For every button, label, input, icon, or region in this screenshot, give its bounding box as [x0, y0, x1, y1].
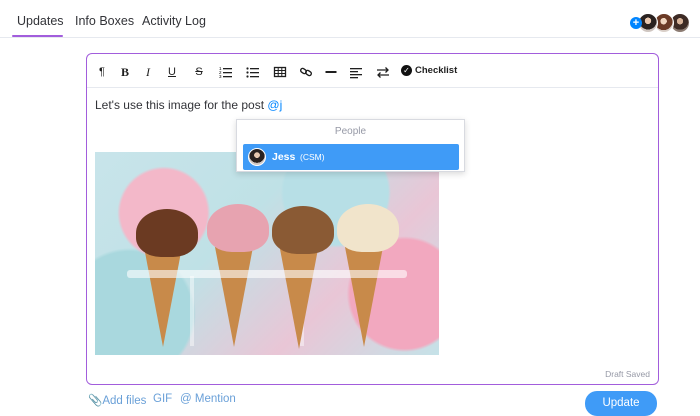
update-button[interactable]: Update: [585, 391, 657, 416]
mention-label: Mention: [194, 393, 236, 405]
at-icon: @: [180, 393, 195, 405]
svg-text:3: 3: [219, 74, 222, 79]
tab-updates[interactable]: Updates: [17, 14, 64, 28]
dropdown-header: People: [334, 126, 367, 137]
tab-info-boxes[interactable]: Info Boxes: [75, 14, 134, 28]
mention-option-jess[interactable]: Jess (CSM): [243, 144, 459, 170]
checklist-label: Checklist: [415, 65, 458, 76]
divider-icon[interactable]: [324, 65, 338, 79]
gif-button[interactable]: GIF: [153, 393, 172, 405]
update-editor[interactable]: ¶ B I U S 123 ✓ Checklist Let's use this…: [86, 53, 659, 385]
mention-name: Jess: [272, 151, 296, 163]
active-tab-indicator: [12, 35, 63, 37]
tab-activity-log[interactable]: Activity Log: [142, 14, 206, 28]
formatting-toolbar: ¶ B I U S 123 ✓ Checklist: [87, 54, 658, 88]
ice-cream-image: [95, 152, 439, 355]
paperclip-icon: 📎: [88, 395, 103, 407]
coffee-scoop: [272, 206, 334, 254]
strawberry-scoop: [207, 204, 269, 252]
link-icon[interactable]: [299, 65, 313, 79]
align-icon[interactable]: [349, 65, 363, 79]
cone-stand: [127, 270, 407, 278]
table-icon[interactable]: [273, 65, 287, 79]
editor-body-text: Let's use this image for the post: [95, 98, 268, 112]
add-files-button[interactable]: 📎Add files: [88, 393, 146, 407]
mention-role: (CSM): [300, 152, 325, 162]
stand-leg: [190, 276, 194, 346]
add-files-label: Add files: [102, 395, 147, 407]
mention-query: @j: [267, 98, 283, 112]
mention-dropdown: People Jess (CSM): [236, 119, 465, 172]
strikethrough-icon[interactable]: S: [192, 65, 206, 79]
bold-icon[interactable]: B: [118, 65, 132, 79]
subscribers[interactable]: +: [630, 13, 690, 35]
cone: [144, 247, 182, 347]
direction-icon[interactable]: [376, 65, 390, 79]
paragraph-icon[interactable]: ¶: [95, 65, 109, 79]
cone: [215, 247, 253, 347]
avatar: [248, 148, 266, 166]
draft-status: Draft Saved: [605, 369, 650, 379]
mention-button[interactable]: @ Mention: [180, 393, 236, 405]
tab-bar: Updates Info Boxes Activity Log: [0, 0, 700, 38]
bullet-list-icon[interactable]: [246, 65, 260, 79]
checklist-icon: ✓: [401, 65, 412, 76]
editor-text[interactable]: Let's use this image for the post @j: [95, 98, 282, 112]
underline-icon[interactable]: U: [165, 65, 179, 79]
cone: [280, 249, 318, 349]
ordered-list-icon[interactable]: 123: [219, 65, 233, 79]
chocolate-scoop: [136, 209, 198, 257]
italic-icon[interactable]: I: [141, 65, 155, 79]
cone: [345, 247, 383, 347]
vanilla-scoop: [337, 204, 399, 252]
plus-icon[interactable]: +: [630, 17, 642, 29]
